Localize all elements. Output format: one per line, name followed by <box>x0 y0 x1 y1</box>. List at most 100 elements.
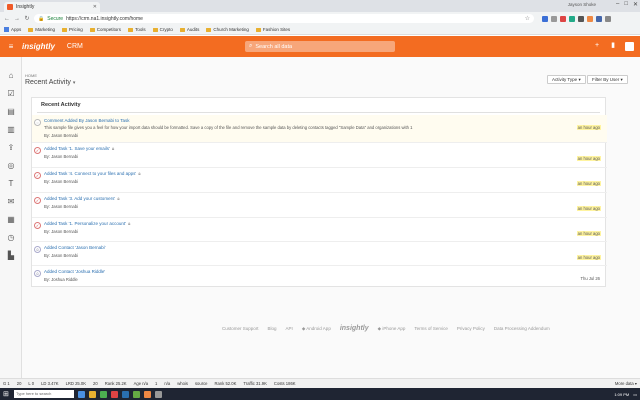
bookmark-folder[interactable]: Pricing <box>62 27 83 32</box>
activity-link[interactable]: Added Contact 'Jason Bernabi' <box>44 245 106 250</box>
activity-type-dropdown[interactable]: Activity Type ▾ <box>547 75 586 84</box>
projects-icon[interactable]: T <box>6 179 16 189</box>
taskbar-app-icon[interactable] <box>78 390 85 398</box>
maximize-icon[interactable]: □ <box>624 1 628 8</box>
extension-icon[interactable] <box>587 15 593 22</box>
bookmark-folder[interactable]: Fashion Sites <box>255 27 290 32</box>
bookmark-folder[interactable]: Crypto <box>152 27 173 32</box>
seo-metric[interactable]: n/a <box>164 381 170 386</box>
taskbar-app-icon[interactable] <box>111 390 118 398</box>
folder-icon <box>28 27 34 32</box>
footer-link[interactable]: API <box>286 326 293 331</box>
calendar-icon[interactable]: ▦ <box>6 215 16 225</box>
page-title[interactable]: Recent Activity ▾ <box>25 79 75 86</box>
activity-link[interactable]: Comment Added By Jason Bernabi to Task <box>44 118 129 123</box>
seo-metric[interactable]: L 0 <box>28 381 34 386</box>
organizations-icon[interactable]: ▥ <box>6 125 16 135</box>
avatar[interactable] <box>625 42 634 51</box>
extension-icon[interactable] <box>560 15 566 22</box>
footer-link[interactable]: Customer Support <box>222 326 259 331</box>
add-icon[interactable]: + <box>593 42 601 50</box>
bookmark-folder[interactable]: Competitors <box>89 27 121 32</box>
chrome-taskbar-icon[interactable] <box>100 390 107 398</box>
seo-metric[interactable]: Traffic 31.9K <box>243 381 267 386</box>
bookmark-apps[interactable]: Apps <box>4 27 21 32</box>
more-data-button[interactable]: More data ▾ <box>615 381 637 386</box>
url-text[interactable]: https://crm.na1.insightly.com/home <box>66 16 143 22</box>
bookmark-folder[interactable]: Audits <box>179 27 199 32</box>
seo-metric[interactable]: Costs 186K <box>274 381 296 386</box>
activity-link[interactable]: Added Task '1. Save your emails' 🔒︎ <box>44 146 114 151</box>
seo-metric[interactable]: whois <box>177 381 188 386</box>
seo-metric[interactable]: Rank 52.0K <box>215 381 237 386</box>
home-icon[interactable]: ⌂ <box>6 71 16 81</box>
taskbar-app-icon[interactable] <box>133 390 140 398</box>
reports-icon[interactable]: ▙ <box>6 251 16 261</box>
taskbar-app-icon[interactable] <box>89 390 96 398</box>
activity-link[interactable]: Added Task '4. Connect to your files and… <box>44 171 141 176</box>
seo-metric[interactable]: 20 <box>93 381 98 386</box>
taskbar-app-icon[interactable] <box>155 390 162 398</box>
bookmark-folder[interactable]: Church Marketing <box>206 27 249 32</box>
seo-metric[interactable]: 1 <box>155 381 157 386</box>
extension-icon[interactable] <box>551 15 557 22</box>
close-tab-icon[interactable]: ✕ <box>93 4 97 10</box>
footer-link[interactable]: Blog <box>268 326 277 331</box>
clock-icon[interactable]: ◷ <box>6 233 16 243</box>
opportunities-icon[interactable]: ◎ <box>6 161 16 171</box>
module-label[interactable]: CRM <box>67 43 83 50</box>
reload-icon[interactable]: ↻ <box>24 15 30 22</box>
folder-icon <box>206 27 212 32</box>
activity-author: By: Jason Bernabi <box>44 154 78 159</box>
seo-metric[interactable]: LD 3.47K <box>41 381 58 386</box>
url-omnibox[interactable]: 🔒 Secure https://crm.na1.insightly.com/h… <box>34 14 534 23</box>
notifications-icon[interactable]: ▮ <box>609 42 617 50</box>
extension-icon[interactable] <box>542 15 548 22</box>
clock-time[interactable]: 1:09 PM <box>614 392 629 397</box>
leads-icon[interactable]: ⇪ <box>6 143 16 153</box>
bookmark-folder[interactable]: Marketing <box>28 27 55 32</box>
extension-icon[interactable] <box>578 15 584 22</box>
back-icon[interactable]: ← <box>4 16 10 22</box>
close-window-icon[interactable]: ✕ <box>633 1 638 8</box>
windows-start-icon[interactable]: ⊞ <box>3 391 10 398</box>
seo-metric[interactable]: G 1 <box>3 381 10 386</box>
footer-link[interactable]: ◆ Android App <box>302 326 331 332</box>
footer-link[interactable]: Privacy Policy <box>457 326 485 331</box>
footer-link[interactable]: ◆ iPhone App <box>378 326 406 332</box>
minimize-icon[interactable]: – <box>616 1 619 8</box>
window-user[interactable]: Jayson Shoke <box>568 2 596 7</box>
taskbar-search-input[interactable]: Type here to search <box>14 390 74 398</box>
bookmark-star-icon[interactable]: ☆ <box>525 15 530 22</box>
activity-link[interactable]: Added Task '1. Personalize your account'… <box>44 221 130 226</box>
tasks-icon[interactable]: ☑ <box>6 89 16 99</box>
hamburger-menu-icon[interactable]: ≡ <box>0 42 22 51</box>
extension-icon[interactable] <box>569 15 575 22</box>
bookmark-folder[interactable]: Tools <box>128 27 146 32</box>
taskbar-app-icon[interactable] <box>122 390 129 398</box>
global-search-input[interactable]: ⌕ Search all data <box>245 41 395 52</box>
contacts-icon[interactable]: ▤ <box>6 107 16 117</box>
extension-icon[interactable] <box>596 15 602 22</box>
breadcrumb[interactable]: Home <box>25 73 37 78</box>
seo-metric[interactable]: 20 <box>17 381 22 386</box>
taskbar-app-icon[interactable] <box>144 390 151 398</box>
seo-metric[interactable]: Rank 25.2K <box>105 381 127 386</box>
window-controls: – □ ✕ <box>616 1 638 8</box>
filter-by-user-dropdown[interactable]: Filter By User ▾ <box>587 75 628 84</box>
android-icon: ◆ <box>301 325 306 331</box>
forward-icon[interactable]: → <box>14 16 20 22</box>
seo-metric[interactable]: Age n/a <box>134 381 148 386</box>
seo-metric[interactable]: LRD 25.0K <box>66 381 86 386</box>
insightly-logo[interactable]: insightly <box>22 42 55 51</box>
comment-icon: ◌ <box>34 119 41 126</box>
footer-link[interactable]: Terms of Service <box>414 326 448 331</box>
seo-metric[interactable]: source <box>195 381 208 386</box>
browser-tab[interactable]: Insightly ✕ <box>4 2 100 12</box>
chrome-menu-icon[interactable] <box>605 15 611 22</box>
footer-link[interactable]: Data Processing Addendum <box>494 326 550 331</box>
activity-link[interactable]: Added Contact 'Joshua Riddle' <box>44 269 105 274</box>
emails-icon[interactable]: ✉ <box>6 197 16 207</box>
notifications-icon[interactable]: ▭ <box>633 392 637 397</box>
activity-link[interactable]: Added Task '3. Add your customers' 🔒︎ <box>44 196 120 201</box>
